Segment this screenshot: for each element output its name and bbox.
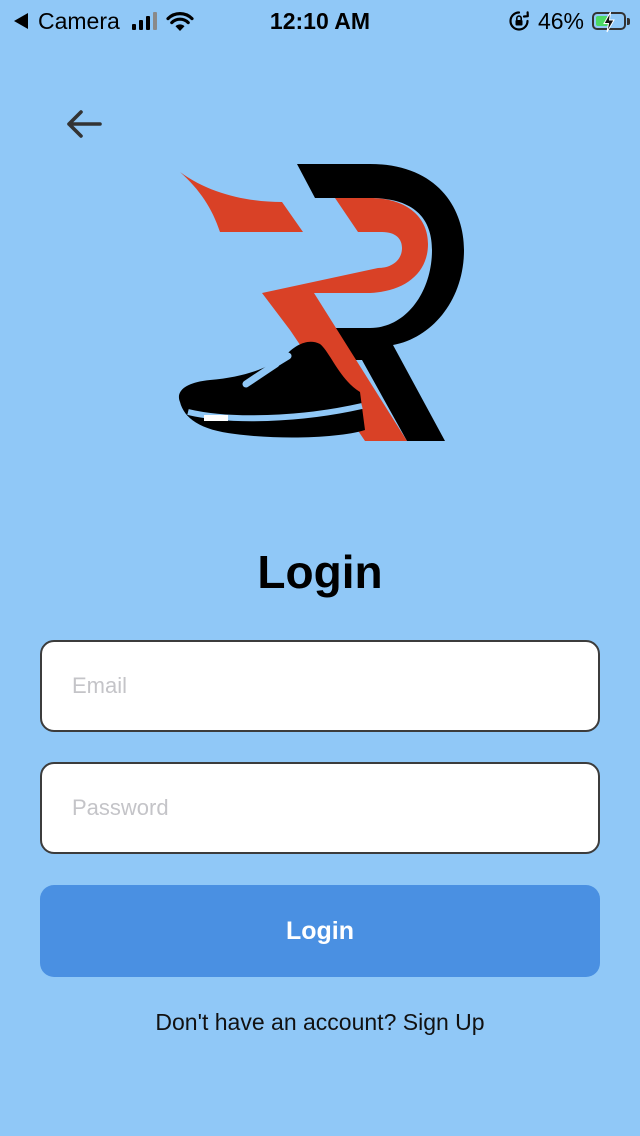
- status-bar: Camera 12:10 AM 46%: [0, 0, 640, 40]
- battery-icon: [592, 11, 630, 33]
- battery-percent: 46%: [537, 7, 584, 34]
- signup-prompt-text: Don't have an account?: [155, 1009, 403, 1035]
- r-sneaker-logo: [178, 164, 464, 441]
- login-button[interactable]: Login: [40, 885, 600, 977]
- email-field-container: [40, 640, 600, 732]
- password-field[interactable]: [42, 764, 598, 852]
- charging-bolt-icon: [603, 11, 615, 33]
- orientation-lock-icon: [509, 11, 529, 31]
- page-title: Login: [257, 546, 383, 598]
- back-button[interactable]: [58, 100, 110, 148]
- status-bar-right: 46%: [508, 7, 630, 35]
- arrow-left-icon: [67, 110, 102, 138]
- password-field-container: [40, 762, 600, 854]
- signup-link[interactable]: Sign Up: [403, 1009, 485, 1035]
- email-field[interactable]: [42, 642, 598, 730]
- signup-prompt: Don't have an account? Sign Up: [0, 1006, 640, 1038]
